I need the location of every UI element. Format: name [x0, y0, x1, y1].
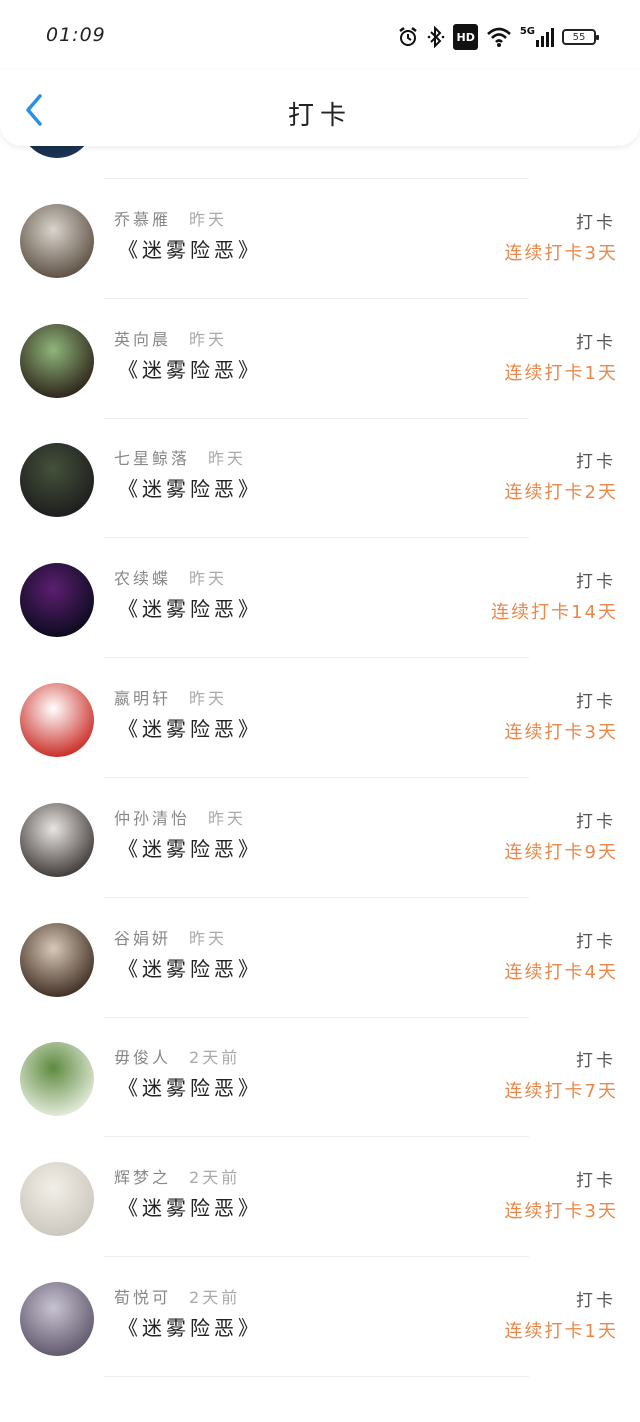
status-icons: HD 5G 55	[397, 24, 599, 50]
checkin-row[interactable]: 嬴明轩 昨天《迷雾险恶》 打卡连续打卡3天	[0, 659, 640, 779]
checkin-label: 打卡	[576, 452, 616, 473]
streak-label: 连续打卡1天	[504, 362, 618, 384]
streak-label: 连续打卡9天	[504, 841, 618, 863]
checkin-row[interactable]: 英向晨 昨天《迷雾险恶》 打卡连续打卡1天	[0, 300, 640, 420]
user-name[interactable]: 谷娟妍	[114, 929, 171, 948]
network-type: 5G	[519, 25, 535, 37]
book-title[interactable]: 《迷雾险恶》	[118, 1312, 262, 1341]
checkin-time: 昨天	[189, 329, 228, 349]
streak-label: 连续打卡3天	[504, 1201, 618, 1223]
user-meta: 乔慕雁 昨天	[114, 206, 227, 230]
checkin-row[interactable]: 荀悦可 2天前《迷雾险恶》 打卡连续打卡1天	[0, 1258, 640, 1378]
avatar[interactable]	[20, 323, 94, 398]
avatar[interactable]	[20, 146, 94, 158]
streak-label: 连续打卡3天	[504, 242, 618, 264]
checkin-row[interactable]: 谷娟妍 昨天《迷雾险恶》 打卡连续打卡4天	[0, 899, 640, 1019]
checkin-time: 2天前	[189, 1168, 241, 1188]
book-title[interactable]: 《迷雾险恶》	[118, 593, 262, 622]
checkin-label: 打卡	[576, 1171, 616, 1192]
status-bar: 01:09 HD 5G 55	[0, 0, 640, 70]
avatar[interactable]	[20, 1162, 94, 1237]
user-name[interactable]: 农续蝶	[114, 569, 171, 588]
checkin-list[interactable]: 《迷雾险恶》连续打卡2天乔慕雁昨天《迷雾险恶》打卡连续打卡3天英向晨昨天《迷雾险…	[0, 146, 640, 1422]
user-meta: 谷娟妍 昨天	[114, 925, 227, 949]
checkin-time: 2天前	[189, 1288, 241, 1307]
book-title[interactable]: 《迷雾险恶》	[118, 953, 262, 982]
streak-label: 连续打卡14天	[491, 602, 618, 624]
bluetooth-icon	[427, 25, 445, 49]
checkin-row[interactable]: 农续蝶 昨天《迷雾险恶》 打卡连续打卡14天	[0, 539, 640, 659]
user-name[interactable]: 乔慕雁	[114, 210, 171, 229]
nav-header: 打卡	[0, 70, 640, 146]
checkin-time: 昨天	[189, 209, 228, 229]
checkin-row[interactable]: 七星鲸落 昨天《迷雾险恶》 打卡连续打卡2天	[0, 419, 640, 539]
book-title[interactable]: 《迷雾险恶》	[118, 1192, 262, 1221]
book-title[interactable]: 《迷雾险恶》	[118, 833, 262, 862]
avatar[interactable]	[20, 922, 94, 997]
book-title[interactable]: 《迷雾险恶》	[118, 354, 262, 383]
battery-level: 55	[572, 31, 586, 43]
streak-label: 连续打卡3天	[504, 722, 618, 743]
user-name[interactable]: 辉梦之	[114, 1168, 171, 1187]
user-name[interactable]: 仲孙清怡	[114, 809, 190, 828]
book-title[interactable]: 《迷雾险恶》	[118, 473, 262, 502]
user-meta: 嬴明轩 昨天	[114, 685, 227, 709]
checkin-row[interactable]: 乔慕雁 昨天《迷雾险恶》 打卡连续打卡3天	[0, 180, 640, 300]
checkin-row[interactable]: 仲孙清怡 昨天《迷雾险恶》 打卡连续打卡9天	[0, 779, 640, 899]
user-meta: 毋俊人 2天前	[114, 1044, 240, 1068]
signal-icon: 5G	[520, 25, 554, 49]
checkin-time: 昨天	[208, 808, 247, 828]
avatar[interactable]	[20, 563, 94, 638]
user-meta: 农续蝶 昨天	[114, 565, 227, 589]
checkin-time: 2天前	[189, 1048, 241, 1068]
status-time: 01:09	[46, 24, 106, 46]
avatar[interactable]	[20, 1042, 94, 1117]
user-meta: 荀悦可 2天前	[114, 1284, 240, 1308]
checkin-label: 打卡	[576, 931, 616, 952]
page-title: 打卡	[287, 101, 352, 131]
book-title[interactable]: 《迷雾险恶》	[118, 713, 262, 742]
checkin-label: 打卡	[576, 572, 616, 593]
avatar[interactable]	[20, 443, 94, 518]
checkin-time: 昨天	[189, 569, 228, 589]
checkin-row[interactable]: 《迷雾险恶》连续打卡2天	[0, 146, 640, 180]
user-meta: 英向晨 昨天	[114, 326, 227, 350]
hd-icon: HD	[453, 24, 478, 50]
user-name[interactable]: 嬴明轩	[114, 689, 171, 708]
checkin-label: 打卡	[576, 332, 616, 353]
wifi-icon	[486, 25, 512, 49]
checkin-label: 打卡	[576, 1291, 616, 1311]
checkin-row[interactable]: 毋俊人 2天前《迷雾险恶》 打卡连续打卡7天	[0, 1018, 640, 1138]
user-name[interactable]: 英向晨	[114, 330, 171, 349]
alarm-icon	[397, 25, 419, 49]
checkin-time: 昨天	[208, 449, 247, 469]
battery-icon: 55	[562, 29, 599, 45]
streak-label: 连续打卡4天	[504, 961, 618, 983]
checkin-label: 打卡	[576, 212, 616, 233]
user-name[interactable]: 七星鲸落	[114, 449, 190, 468]
checkin-time: 昨天	[189, 689, 228, 708]
user-name[interactable]: 毋俊人	[114, 1048, 171, 1067]
streak-label: 连续打卡7天	[504, 1081, 618, 1103]
user-name[interactable]: 荀悦可	[114, 1288, 171, 1307]
checkin-label: 打卡	[576, 692, 616, 712]
user-meta: 七星鲸落 昨天	[114, 445, 246, 469]
checkin-row[interactable]: 辉梦之 2天前《迷雾险恶》 打卡连续打卡3天	[0, 1138, 640, 1258]
book-title[interactable]: 《迷雾险恶》	[118, 1072, 262, 1101]
checkin-label: 打卡	[576, 1051, 616, 1072]
avatar[interactable]	[20, 1282, 94, 1356]
book-title[interactable]: 《迷雾险恶》	[118, 234, 262, 263]
checkin-time: 昨天	[189, 928, 228, 948]
checkin-label: 打卡	[576, 811, 616, 832]
streak-label: 连续打卡2天	[504, 482, 618, 504]
user-meta: 仲孙清怡 昨天	[114, 805, 246, 829]
streak-label: 连续打卡1天	[504, 1321, 618, 1342]
user-meta: 辉梦之 2天前	[114, 1164, 240, 1188]
avatar[interactable]	[20, 802, 94, 877]
row-divider	[104, 1376, 529, 1377]
avatar[interactable]	[20, 203, 94, 278]
avatar[interactable]	[20, 683, 94, 757]
